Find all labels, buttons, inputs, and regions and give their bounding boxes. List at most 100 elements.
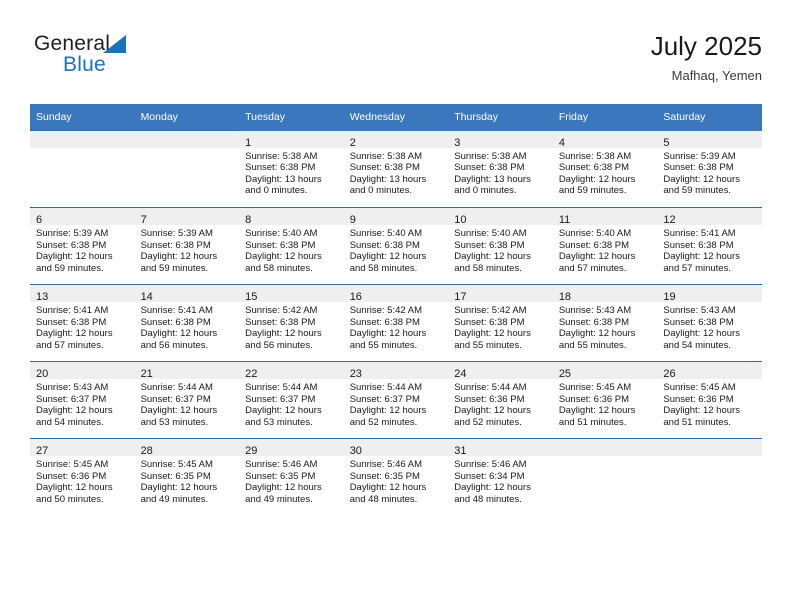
empty-day-band xyxy=(134,131,240,148)
sunset-time: Sunset: 6:35 PM xyxy=(245,470,316,482)
sunset-time: Sunset: 6:38 PM xyxy=(454,316,525,328)
day-sun-info: Sunrise: 5:40 AM Sunset: 6:38 PM Daylight:… xyxy=(344,225,449,274)
calendar-day-cell[interactable]: 28 Sunrise: 5:45 AM Sunset: 6:35 PM Dayligh… xyxy=(134,438,240,515)
day-number: 30 xyxy=(349,445,362,457)
calendar-day-cell[interactable]: 3 Sunrise: 5:38 AM Sunset: 6:38 PM Daylight… xyxy=(448,130,553,208)
sunset-time: Sunset: 6:38 PM xyxy=(558,316,630,328)
page-header: General Blue July 2025 Mafhaq, Yemen xyxy=(30,30,762,92)
daylight-duration-line1: Daylight: 12 hours xyxy=(140,328,218,340)
calendar-day-cell[interactable]: 13 Sunrise: 5:41 AM Sunset: 6:38 PM Dayligh… xyxy=(30,284,135,362)
calendar-day-cell[interactable]: 5 Sunrise: 5:39 AM Sunset: 6:38 PM Daylight… xyxy=(657,130,762,208)
weekday-header-thursday: Thursday xyxy=(448,104,553,131)
sunset-time: Sunset: 6:38 PM xyxy=(454,162,525,174)
calendar-day-cell[interactable]: 25 Sunrise: 5:45 AM Sunset: 6:36 PM Dayligh… xyxy=(552,361,658,439)
day-sun-info: Sunrise: 5:42 AM Sunset: 6:38 PM Daylight:… xyxy=(239,302,344,351)
calendar-day-cell[interactable]: 14 Sunrise: 5:41 AM Sunset: 6:38 PM Dayligh… xyxy=(134,284,240,362)
day-number: 3 xyxy=(454,136,461,149)
calendar-day-cell[interactable]: 30 Sunrise: 5:46 AM Sunset: 6:35 PM Dayligh… xyxy=(343,438,449,515)
daylight-duration-line2: and 55 minutes. xyxy=(349,339,418,351)
calendar-day-cell[interactable]: 4 Sunrise: 5:38 AM Sunset: 6:38 PM Daylight… xyxy=(552,130,658,208)
day-number-band: 24 xyxy=(448,362,553,380)
calendar-day-cell[interactable]: 6 Sunrise: 5:39 AM Sunset: 6:38 PM Daylight… xyxy=(30,207,135,285)
daylight-duration-line1: Daylight: 12 hours xyxy=(140,251,218,263)
weekday-header-friday: Friday xyxy=(552,104,658,131)
calendar-day-cell[interactable]: 23 Sunrise: 5:44 AM Sunset: 6:37 PM Dayligh… xyxy=(343,361,449,439)
sunset-time: Sunset: 6:38 PM xyxy=(36,316,107,328)
sunset-time: Sunset: 6:38 PM xyxy=(349,316,420,328)
day-sun-info: Sunrise: 5:43 AM Sunset: 6:38 PM Daylight:… xyxy=(553,302,658,351)
calendar-day-cell[interactable]: 24 Sunrise: 5:44 AM Sunset: 6:36 PM Dayligh… xyxy=(448,361,553,439)
sunset-time: Sunset: 6:38 PM xyxy=(558,162,630,174)
calendar-day-cell[interactable]: 19 Sunrise: 5:43 AM Sunset: 6:38 PM Dayligh… xyxy=(657,284,762,362)
day-number: 27 xyxy=(36,445,49,457)
day-cell-content: 6 Sunrise: 5:39 AM Sunset: 6:38 PM Daylight… xyxy=(30,208,135,284)
sunrise-time: Sunrise: 5:43 AM xyxy=(663,305,736,316)
daylight-duration-line2: and 53 minutes. xyxy=(245,416,313,428)
daylight-duration-line1: Daylight: 12 hours xyxy=(558,251,636,263)
calendar-day-cell[interactable]: 16 Sunrise: 5:42 AM Sunset: 6:38 PM Dayligh… xyxy=(343,284,449,362)
day-number-band: 10 xyxy=(448,208,553,226)
calendar-day-cell[interactable]: 20 Sunrise: 5:43 AM Sunset: 6:37 PM Dayligh… xyxy=(30,361,135,439)
calendar-day-cell[interactable]: 15 Sunrise: 5:42 AM Sunset: 6:38 PM Dayligh… xyxy=(239,284,344,362)
day-sun-info: Sunrise: 5:40 AM Sunset: 6:38 PM Daylight:… xyxy=(448,225,553,274)
calendar-day-cell[interactable]: 11 Sunrise: 5:40 AM Sunset: 6:38 PM Dayligh… xyxy=(552,207,658,285)
day-number-band: 21 xyxy=(134,362,240,380)
daylight-duration-line2: and 59 minutes. xyxy=(663,185,731,197)
calendar-day-cell[interactable]: 21 Sunrise: 5:44 AM Sunset: 6:37 PM Dayligh… xyxy=(134,361,240,439)
calendar-day-cell[interactable]: 26 Sunrise: 5:45 AM Sunset: 6:36 PM Dayligh… xyxy=(657,361,762,439)
day-sun-info: Sunrise: 5:42 AM Sunset: 6:38 PM Daylight:… xyxy=(448,302,553,351)
day-number-band: 14 xyxy=(134,285,240,303)
daylight-duration-line1: Daylight: 12 hours xyxy=(36,405,113,417)
day-number-band: 16 xyxy=(343,285,449,303)
sunrise-sunset-calendar: Sunday Monday Tuesday Wednesday Thursday… xyxy=(30,104,762,515)
daylight-duration-line1: Daylight: 12 hours xyxy=(558,328,636,340)
daylight-duration-line2: and 58 minutes. xyxy=(349,262,418,274)
sunset-time: Sunset: 6:36 PM xyxy=(454,393,525,405)
weekday-header-wednesday: Wednesday xyxy=(343,104,449,131)
day-sun-info: Sunrise: 5:45 AM Sunset: 6:35 PM Daylight:… xyxy=(135,456,240,505)
calendar-day-cell[interactable]: 8 Sunrise: 5:40 AM Sunset: 6:38 PM Daylight… xyxy=(239,207,344,285)
calendar-day-cell[interactable]: 9 Sunrise: 5:40 AM Sunset: 6:38 PM Daylight… xyxy=(343,207,449,285)
calendar-day-cell[interactable]: 29 Sunrise: 5:46 AM Sunset: 6:35 PM Dayligh… xyxy=(239,438,344,515)
calendar-day-cell[interactable]: 27 Sunrise: 5:45 AM Sunset: 6:36 PM Dayligh… xyxy=(30,438,135,515)
day-number: 28 xyxy=(140,445,153,457)
calendar-day-cell[interactable]: 18 Sunrise: 5:43 AM Sunset: 6:38 PM Dayligh… xyxy=(552,284,658,362)
daylight-duration-line1: Daylight: 12 hours xyxy=(663,328,740,340)
sunset-time: Sunset: 6:37 PM xyxy=(349,393,420,405)
day-sun-info: Sunrise: 5:46 AM Sunset: 6:34 PM Daylight:… xyxy=(448,456,553,505)
calendar-day-cell[interactable]: 31 Sunrise: 5:46 AM Sunset: 6:34 PM Dayligh… xyxy=(448,438,553,515)
sunrise-time: Sunrise: 5:40 AM xyxy=(349,228,423,239)
daylight-duration-line1: Daylight: 12 hours xyxy=(558,173,636,185)
sunrise-time: Sunrise: 5:46 AM xyxy=(454,459,527,470)
day-sun-info: Sunrise: 5:43 AM Sunset: 6:38 PM Daylight:… xyxy=(657,302,762,351)
sunset-time: Sunset: 6:35 PM xyxy=(349,470,420,482)
general-blue-logo[interactable]: General Blue xyxy=(34,32,234,88)
day-number: 23 xyxy=(349,368,362,380)
day-number: 6 xyxy=(36,214,43,226)
day-number-band: 23 xyxy=(343,362,449,380)
sunset-time: Sunset: 6:38 PM xyxy=(245,239,316,251)
weekday-header-saturday: Saturday xyxy=(657,104,762,131)
calendar-day-cell[interactable]: 2 Sunrise: 5:38 AM Sunset: 6:38 PM Daylight… xyxy=(343,130,449,208)
sunrise-time: Sunrise: 5:42 AM xyxy=(245,305,318,316)
day-sun-info: Sunrise: 5:38 AM Sunset: 6:38 PM Daylight:… xyxy=(344,148,449,197)
day-number: 7 xyxy=(140,214,147,226)
sunset-time: Sunset: 6:38 PM xyxy=(558,239,630,251)
daylight-duration-line1: Daylight: 12 hours xyxy=(245,328,322,340)
calendar-day-cell[interactable]: 1 Sunrise: 5:38 AM Sunset: 6:38 PM Daylight… xyxy=(239,130,344,208)
calendar-day-cell[interactable]: 10 Sunrise: 5:40 AM Sunset: 6:38 PM Dayligh… xyxy=(448,207,553,285)
daylight-duration-line1: Daylight: 12 hours xyxy=(663,173,740,185)
daylight-duration-line2: and 59 minutes. xyxy=(140,262,209,274)
calendar-day-cell[interactable]: 7 Sunrise: 5:39 AM Sunset: 6:38 PM Daylight… xyxy=(134,207,240,285)
daylight-duration-line2: and 57 minutes. xyxy=(663,262,731,274)
day-number: 15 xyxy=(245,291,258,303)
day-cell-content: 28 Sunrise: 5:45 AM Sunset: 6:35 PM Dayligh… xyxy=(134,439,240,515)
daylight-duration-line1: Daylight: 12 hours xyxy=(454,405,531,417)
sunrise-time: Sunrise: 5:46 AM xyxy=(245,459,318,470)
calendar-day-cell[interactable]: 17 Sunrise: 5:42 AM Sunset: 6:38 PM Dayligh… xyxy=(448,284,553,362)
calendar-day-cell-empty xyxy=(657,438,762,515)
day-sun-info: Sunrise: 5:43 AM Sunset: 6:37 PM Daylight:… xyxy=(30,379,135,428)
calendar-day-cell[interactable]: 12 Sunrise: 5:41 AM Sunset: 6:38 PM Dayligh… xyxy=(657,207,762,285)
calendar-day-cell[interactable]: 22 Sunrise: 5:44 AM Sunset: 6:37 PM Dayligh… xyxy=(239,361,344,439)
day-number-band: 9 xyxy=(343,208,449,226)
